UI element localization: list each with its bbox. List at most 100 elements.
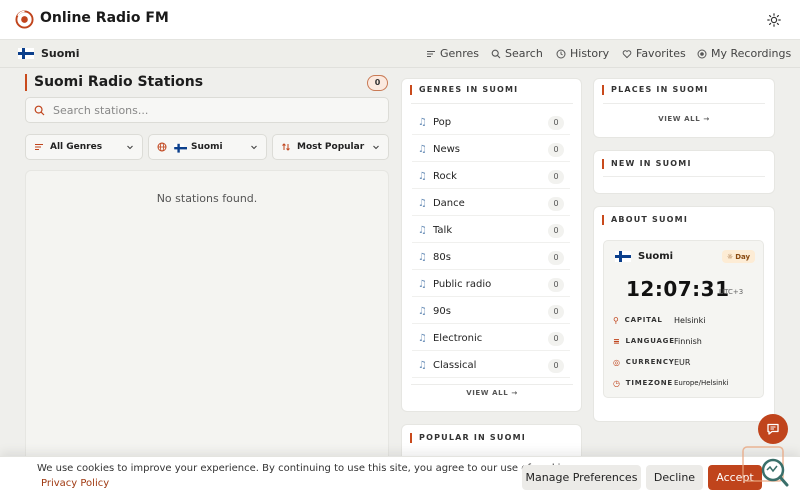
stations-list-panel: [25, 170, 389, 470]
radio-logo-icon[interactable]: [15, 10, 34, 29]
sun-icon: [767, 13, 781, 27]
music-note-icon: ♫: [418, 144, 427, 155]
decline-button[interactable]: Decline: [646, 465, 703, 490]
day-badge: ☼ Day: [722, 250, 755, 263]
search-icon: [491, 49, 501, 58]
cookie-message: We use cookies to improve your experienc…: [37, 463, 575, 474]
language-label: LANGUAGE: [625, 337, 675, 345]
music-note-icon: ♫: [418, 333, 427, 344]
chevron-down-icon: [127, 145, 133, 150]
genre-item-rock[interactable]: ♫ Rock 0: [412, 165, 570, 189]
nav-genres-link[interactable]: Genres: [426, 47, 479, 60]
genre-item-electronic[interactable]: ♫ Electronic 0: [412, 327, 570, 351]
clock-icon: ◷: [613, 378, 621, 388]
genre-label: 80s: [432, 252, 451, 263]
sort-value: Most Popular: [297, 142, 365, 152]
genre-count: 0: [548, 304, 564, 319]
genre-label: Talk: [432, 225, 453, 236]
nav-favorites-link[interactable]: Favorites: [622, 47, 686, 60]
nav-history-label: History: [570, 47, 610, 60]
genre-label: News: [432, 144, 460, 155]
genre-item-news[interactable]: ♫ News 0: [412, 138, 570, 162]
music-note-icon: ♫: [418, 198, 427, 209]
music-note-icon: ♫: [418, 306, 427, 317]
info-row-currency: ◎ CURRENCY EUR: [613, 355, 690, 369]
divider: [411, 103, 573, 104]
country-filter-value: Suomi: [191, 142, 223, 152]
genre-count: 0: [548, 331, 564, 346]
genre-item-90s[interactable]: ♫ 90s 0: [412, 300, 570, 324]
nav-history-link[interactable]: History: [556, 47, 609, 60]
currency-label: CURRENCY: [625, 358, 675, 366]
site-title[interactable]: Online Radio FM: [40, 10, 169, 26]
empty-state-message: No stations found.: [156, 192, 258, 205]
history-icon: [556, 49, 566, 58]
nav-recordings-link[interactable]: My Recordings: [697, 47, 791, 60]
genre-item-classical[interactable]: ♫ Classical 0: [412, 354, 570, 378]
genre-label: Dance: [432, 198, 465, 209]
chat-bubble-icon: [767, 423, 779, 435]
station-count-badge: 0: [367, 75, 388, 91]
genre-filter-select[interactable]: All Genres: [25, 134, 143, 160]
divider: [603, 103, 765, 104]
globe-icon: [157, 142, 167, 152]
manage-preferences-button[interactable]: Manage Preferences: [522, 465, 641, 490]
magnifier-widget-icon[interactable]: [740, 445, 790, 489]
theme-toggle-button[interactable]: [762, 8, 786, 32]
places-view-all-link[interactable]: VIEW ALL →: [603, 115, 765, 123]
genre-label: Pop: [432, 117, 452, 128]
genre-item-talk[interactable]: ♫ Talk 0: [412, 219, 570, 243]
nav-recordings-label: My Recordings: [711, 47, 792, 60]
sort-icon: [282, 143, 290, 151]
nav-search-link[interactable]: Search: [491, 47, 543, 60]
country-filter-select[interactable]: Suomi: [148, 134, 267, 160]
station-search-input[interactable]: Search stations...: [25, 97, 389, 123]
new-in-card: [593, 150, 775, 194]
genre-label: Classical: [432, 360, 477, 371]
local-time: 12:07:31: [626, 277, 730, 301]
popular-card-title: POPULAR IN SUOMI: [410, 433, 526, 443]
pin-icon: ⚲: [613, 315, 620, 325]
genre-count: 0: [548, 277, 564, 292]
genre-item-dance[interactable]: ♫ Dance 0: [412, 192, 570, 216]
genre-item-80s[interactable]: ♫ 80s 0: [412, 246, 570, 270]
capital-label: CAPITAL: [624, 316, 663, 324]
info-row-language: ≡ LANGUAGE Finnish: [613, 334, 702, 348]
timezone-value: Europe/Helsinki: [674, 379, 729, 387]
finland-flag-icon: [615, 251, 631, 262]
genre-item-pop[interactable]: ♫ Pop 0: [412, 111, 570, 135]
chat-button[interactable]: [758, 414, 788, 444]
genre-label: Electronic: [432, 333, 483, 344]
current-country[interactable]: Suomi: [41, 47, 80, 60]
genre-count: 0: [548, 250, 564, 265]
sun-icon: ☼: [726, 252, 734, 261]
music-note-icon: ♫: [418, 117, 427, 128]
language-value: Finnish: [674, 336, 702, 346]
chevron-down-icon: [251, 145, 257, 150]
genre-filter-value: All Genres: [50, 142, 103, 152]
genre-item-public-radio[interactable]: ♫ Public radio 0: [412, 273, 570, 297]
divider: [411, 384, 573, 385]
nav-genres-label: Genres: [440, 47, 480, 60]
music-note-icon: ♫: [418, 225, 427, 236]
new-in-card-title: NEW IN SUOMI: [602, 159, 692, 169]
genre-count: 0: [548, 223, 564, 238]
genre-count: 0: [548, 115, 564, 130]
language-icon: ≡: [613, 336, 621, 346]
filter-lines-icon: [35, 144, 43, 150]
finland-flag-icon: [174, 143, 188, 153]
record-icon: [697, 49, 707, 58]
info-row-timezone: ◷ TIMEZONE Europe/Helsinki: [613, 376, 729, 390]
genres-card-title: GENRES IN SUOMI: [410, 85, 518, 95]
sort-select[interactable]: Most Popular: [272, 134, 389, 160]
utc-offset: UTC+3: [719, 288, 744, 296]
info-row-capital: ⚲ CAPITAL Helsinki: [613, 313, 705, 327]
nav-search-label: Search: [505, 47, 543, 60]
genre-count: 0: [548, 169, 564, 184]
search-icon: [34, 105, 45, 115]
genre-label: Public radio: [432, 279, 492, 290]
genres-view-all-link[interactable]: VIEW ALL →: [411, 389, 573, 397]
divider: [603, 176, 765, 177]
privacy-policy-link[interactable]: Privacy Policy: [41, 478, 109, 489]
music-note-icon: ♫: [418, 360, 427, 371]
